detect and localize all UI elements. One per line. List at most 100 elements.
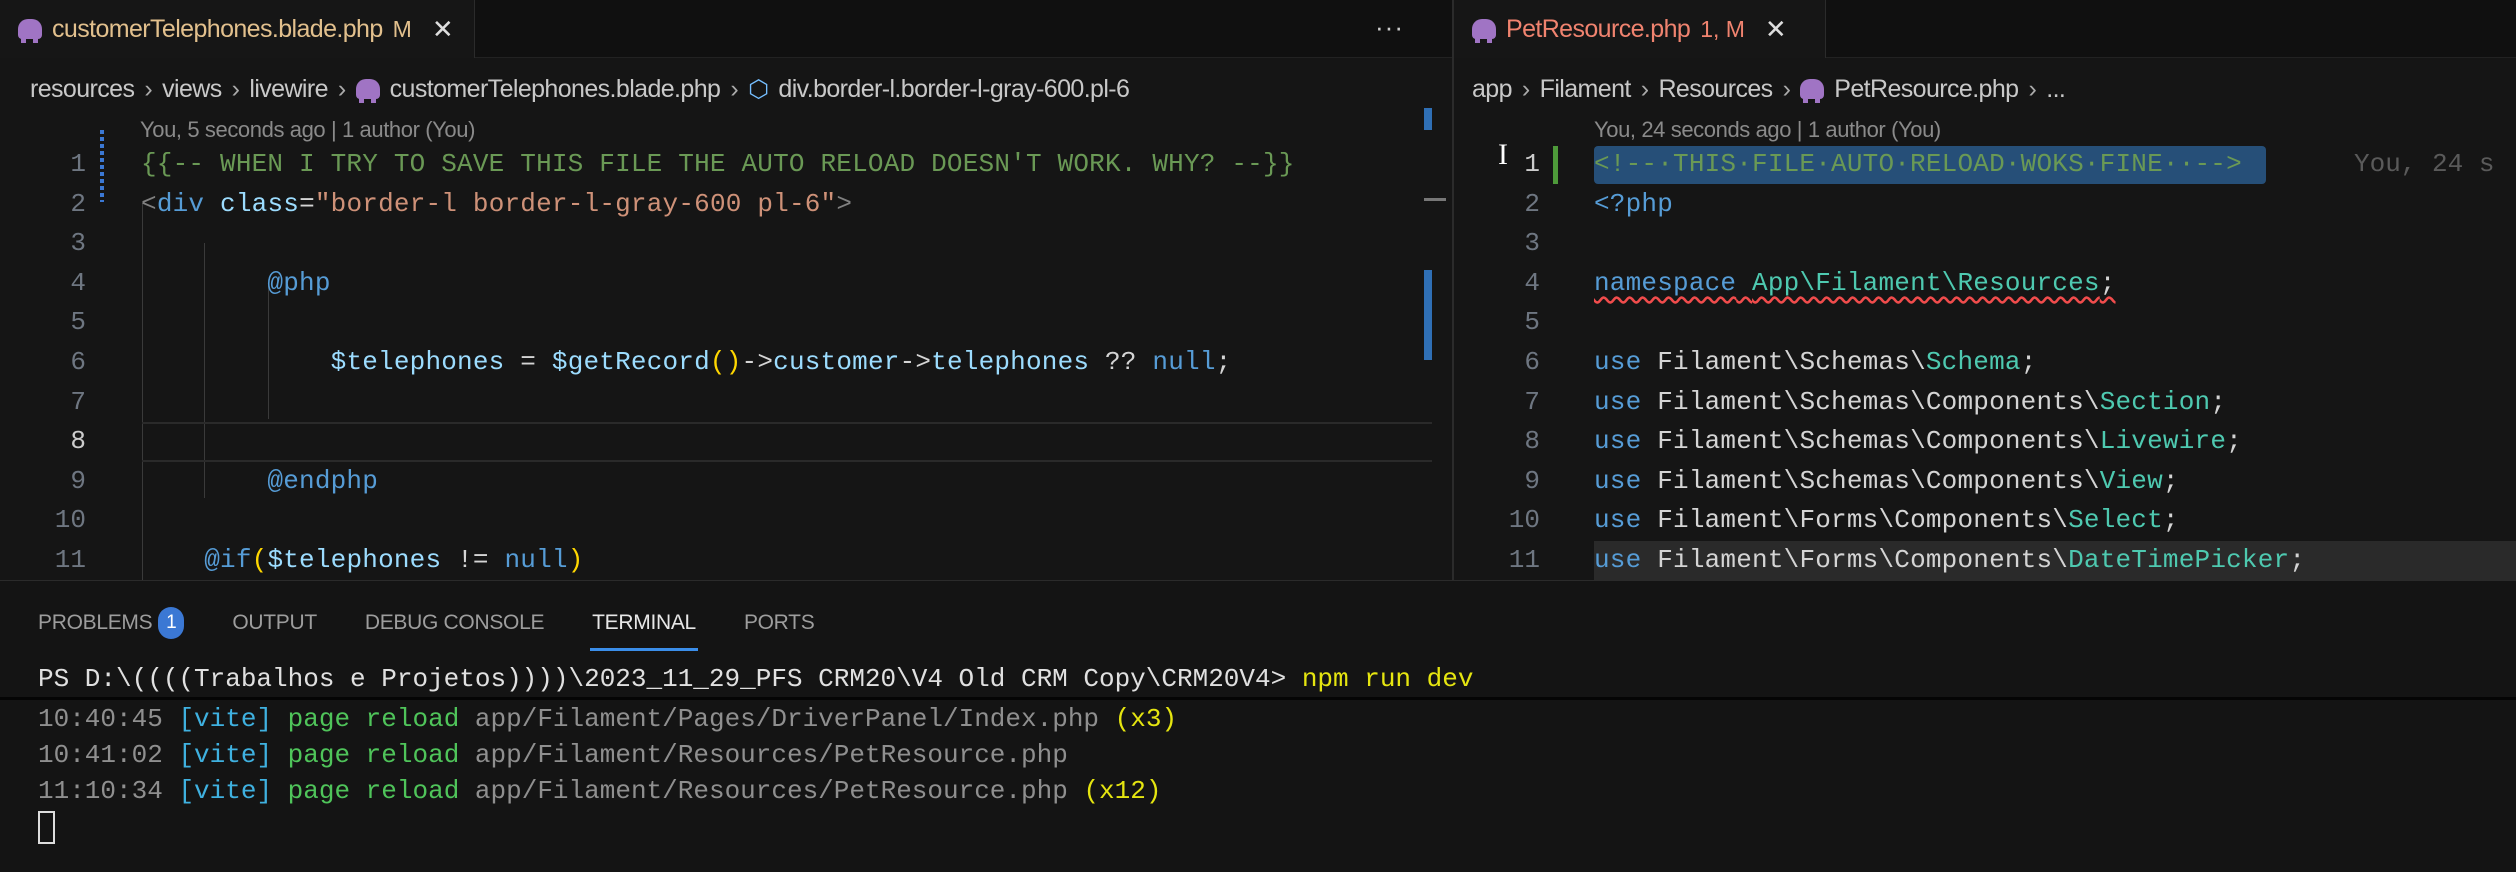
breadcrumb-item[interactable]: Filament bbox=[1540, 75, 1632, 104]
right-tab-bar: PetResource.php 1, M ✕ bbox=[1454, 0, 2516, 58]
code-line[interactable]: 6 $telephones = $getRecord()->customer->… bbox=[0, 343, 1452, 383]
code-line[interactable]: 5 bbox=[1454, 303, 2516, 343]
code-token: App\Filament\Resources bbox=[1752, 267, 2100, 298]
code-token: < bbox=[141, 188, 157, 219]
code-line[interactable]: 7 use Filament\Schemas\Components\Section… bbox=[1454, 383, 2516, 423]
breadcrumb-item[interactable]: Resources bbox=[1658, 75, 1773, 104]
line-number: 10 bbox=[54, 505, 86, 536]
git-blame-codelens[interactable]: You, 5 seconds ago | 1 author (You) bbox=[140, 117, 475, 143]
git-blame-codelens[interactable]: You, 24 seconds ago | 1 author (You) bbox=[1594, 117, 1941, 143]
code-token: namespace bbox=[1594, 267, 1737, 298]
tab-label: customerTelephones.blade.php bbox=[52, 14, 383, 43]
code-token: DateTimePicker bbox=[2068, 544, 2290, 575]
code-line[interactable]: 1 {{-- WHEN I TRY TO SAVE THIS FILE THE A… bbox=[0, 145, 1452, 185]
terminal[interactable]: PS D:\((((Trabalhos e Projetos))))\2023_… bbox=[38, 661, 1473, 845]
tab-terminal[interactable]: TERMINAL bbox=[590, 601, 698, 651]
breadcrumb: resources › views › livewire › customerTele… bbox=[30, 74, 1130, 104]
code-text: @php bbox=[141, 264, 331, 304]
code-token: null bbox=[1152, 346, 1216, 377]
code-line[interactable]: 8 bbox=[0, 422, 1452, 462]
line-number: 6 bbox=[1524, 346, 1540, 377]
code-line[interactable]: 4 @php bbox=[0, 264, 1452, 304]
breadcrumb-item[interactable]: livewire bbox=[249, 75, 328, 104]
code-token: @if bbox=[204, 544, 252, 575]
text-cursor-ibeam-icon: I bbox=[1498, 138, 1508, 171]
code-line[interactable]: 9 @endphp bbox=[0, 462, 1452, 502]
log-path: app/Filament/Resources/PetResource.php bbox=[474, 776, 1068, 806]
tab-problem-status: 1, M bbox=[1700, 15, 1745, 42]
code-token: ; bbox=[1215, 346, 1232, 377]
code-line[interactable]: 8 use Filament\Schemas\Components\Livewir… bbox=[1454, 422, 2516, 462]
tab-label: TERMINAL bbox=[592, 611, 696, 634]
code-line[interactable]: 3 bbox=[0, 224, 1452, 264]
code-line[interactable]: 10 use Filament\Forms\Components\Select; bbox=[1454, 501, 2516, 541]
code-line[interactable]: 6 use Filament\Schemas\Schema; bbox=[1454, 343, 2516, 383]
more-actions-icon[interactable]: ··· bbox=[1375, 12, 1404, 43]
code-token: ; bbox=[2289, 544, 2306, 575]
code-token: use bbox=[1594, 386, 1642, 417]
breadcrumb-item[interactable]: resources bbox=[30, 75, 135, 104]
log-message: page reload bbox=[287, 704, 460, 734]
code-token: use bbox=[1594, 465, 1642, 496]
line-number: 8 bbox=[1524, 426, 1540, 457]
code-line[interactable]: 10 bbox=[0, 501, 1452, 541]
php-file-icon bbox=[1472, 19, 1496, 43]
code-token: Filament\Schemas\ bbox=[1641, 346, 1926, 377]
code-line[interactable]: 3 bbox=[1454, 224, 2516, 264]
code-line[interactable]: 2 <div class="border-l border-l-gray-600 … bbox=[0, 185, 1452, 225]
code-token: div bbox=[156, 188, 205, 219]
line-number: 7 bbox=[70, 386, 86, 417]
close-icon[interactable]: ✕ bbox=[1765, 14, 1787, 45]
tab-problems[interactable]: PROBLEMS 1 bbox=[38, 601, 185, 645]
code-token: $getRecord bbox=[551, 346, 710, 377]
code-token: ?? bbox=[1089, 346, 1153, 377]
line-number: 11 bbox=[54, 544, 86, 575]
code-line[interactable]: 2 <?php bbox=[1454, 185, 2516, 225]
breadcrumb-item[interactable]: div.border-l.border-l-gray-600.pl-6 bbox=[778, 75, 1130, 104]
code-line[interactable]: 9 use Filament\Schemas\Components\View; bbox=[1454, 462, 2516, 502]
php-file-icon bbox=[1800, 79, 1825, 103]
breadcrumb-item[interactable]: ... bbox=[2046, 75, 2066, 104]
line-number: 5 bbox=[70, 307, 86, 338]
code-line[interactable]: 1 <!--·THIS·FILE·AUTO·RELOAD·WOKS·FINE··-… bbox=[1454, 145, 2516, 185]
line-number: 1 bbox=[70, 149, 86, 179]
breadcrumb-item[interactable]: customerTelephones.blade.php bbox=[390, 75, 721, 104]
tab-customer-telephones[interactable]: customerTelephones.blade.php M ✕ bbox=[0, 0, 475, 58]
symbol-icon: ⬡ bbox=[748, 75, 769, 103]
tab-label: DEBUG CONSOLE bbox=[364, 611, 545, 634]
close-icon[interactable]: ✕ bbox=[432, 14, 454, 45]
log-tag: [vite] bbox=[178, 704, 273, 734]
code-token: != bbox=[441, 544, 505, 575]
tab-modified-status: M bbox=[392, 15, 412, 42]
code-line[interactable]: 5 bbox=[0, 303, 1452, 343]
breadcrumb-item[interactable]: views bbox=[162, 75, 222, 104]
code-token: Filament\Schemas\Components\ bbox=[1641, 465, 2100, 496]
code-token: use bbox=[1594, 426, 1642, 457]
code-editor[interactable]: 1 {{-- WHEN I TRY TO SAVE THIS FILE THE A… bbox=[0, 145, 1452, 580]
tab-ports[interactable]: PORTS bbox=[744, 601, 815, 645]
code-text: use Filament\Forms\Components\Select; bbox=[1594, 501, 2179, 541]
tab-pet-resource[interactable]: PetResource.php 1, M ✕ bbox=[1454, 0, 1826, 58]
tab-output[interactable]: OUTPUT bbox=[232, 601, 317, 645]
code-token: ; bbox=[2226, 426, 2242, 457]
code-line[interactable]: 11 use Filament\Forms\Components\DateTime… bbox=[1454, 541, 2516, 580]
code-token: customer bbox=[773, 346, 900, 377]
breadcrumb-item[interactable]: app bbox=[1472, 75, 1513, 104]
code-token: $telephones bbox=[267, 544, 442, 575]
code-line[interactable]: 7 bbox=[0, 383, 1452, 423]
code-token: Filament\Forms\Components\ bbox=[1641, 544, 2069, 575]
code-line[interactable]: 11 @if($telephones != null) bbox=[0, 541, 1452, 580]
breadcrumb-item[interactable]: PetResource.php bbox=[1834, 75, 2019, 104]
line-number: 9 bbox=[70, 465, 86, 496]
code-token: Filament\Schemas\Components\ bbox=[1641, 426, 2100, 457]
code-line[interactable]: 4 namespace App\Filament\Resources; bbox=[1454, 264, 2516, 304]
tab-debug-console[interactable]: DEBUG CONSOLE bbox=[364, 601, 545, 645]
code-editor[interactable]: 1 <!--·THIS·FILE·AUTO·RELOAD·WOKS·FINE··-… bbox=[1454, 145, 2516, 580]
log-tag: [vite] bbox=[178, 740, 273, 770]
terminal-log-line: 10:40:45 [vite] page reload app/Filament… bbox=[38, 701, 1473, 737]
code-token: @php bbox=[267, 267, 331, 298]
log-count: (x12) bbox=[1083, 776, 1162, 806]
